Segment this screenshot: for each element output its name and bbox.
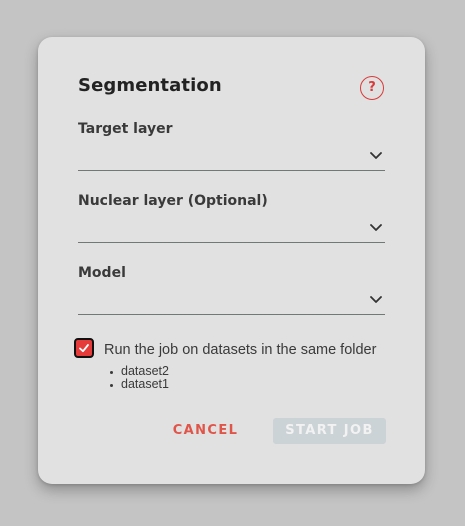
nuclear-layer-select[interactable] — [78, 216, 385, 243]
help-icon[interactable]: ? — [360, 76, 384, 100]
checkmark-icon — [79, 344, 89, 353]
same-folder-label[interactable]: Run the job on datasets in the same fold… — [104, 342, 376, 358]
cancel-button[interactable]: CANCEL — [168, 418, 243, 444]
dialog-title: Segmentation — [78, 75, 222, 96]
target-layer-label: Target layer — [78, 121, 173, 137]
nuclear-layer-label: Nuclear layer (Optional) — [78, 193, 268, 209]
chevron-down-icon — [370, 224, 382, 231]
same-folder-checkbox[interactable] — [74, 338, 94, 358]
chevron-down-icon — [370, 296, 382, 303]
chevron-down-icon — [370, 152, 382, 159]
model-label: Model — [78, 265, 126, 281]
target-layer-select[interactable] — [78, 144, 385, 171]
segmentation-dialog: Segmentation ? Target layer Nuclear laye… — [38, 37, 425, 484]
start-job-button[interactable]: START JOB — [273, 418, 386, 444]
list-item: dataset1 — [108, 378, 169, 391]
model-select[interactable] — [78, 288, 385, 315]
dataset-list: dataset2 dataset1 — [108, 365, 169, 391]
